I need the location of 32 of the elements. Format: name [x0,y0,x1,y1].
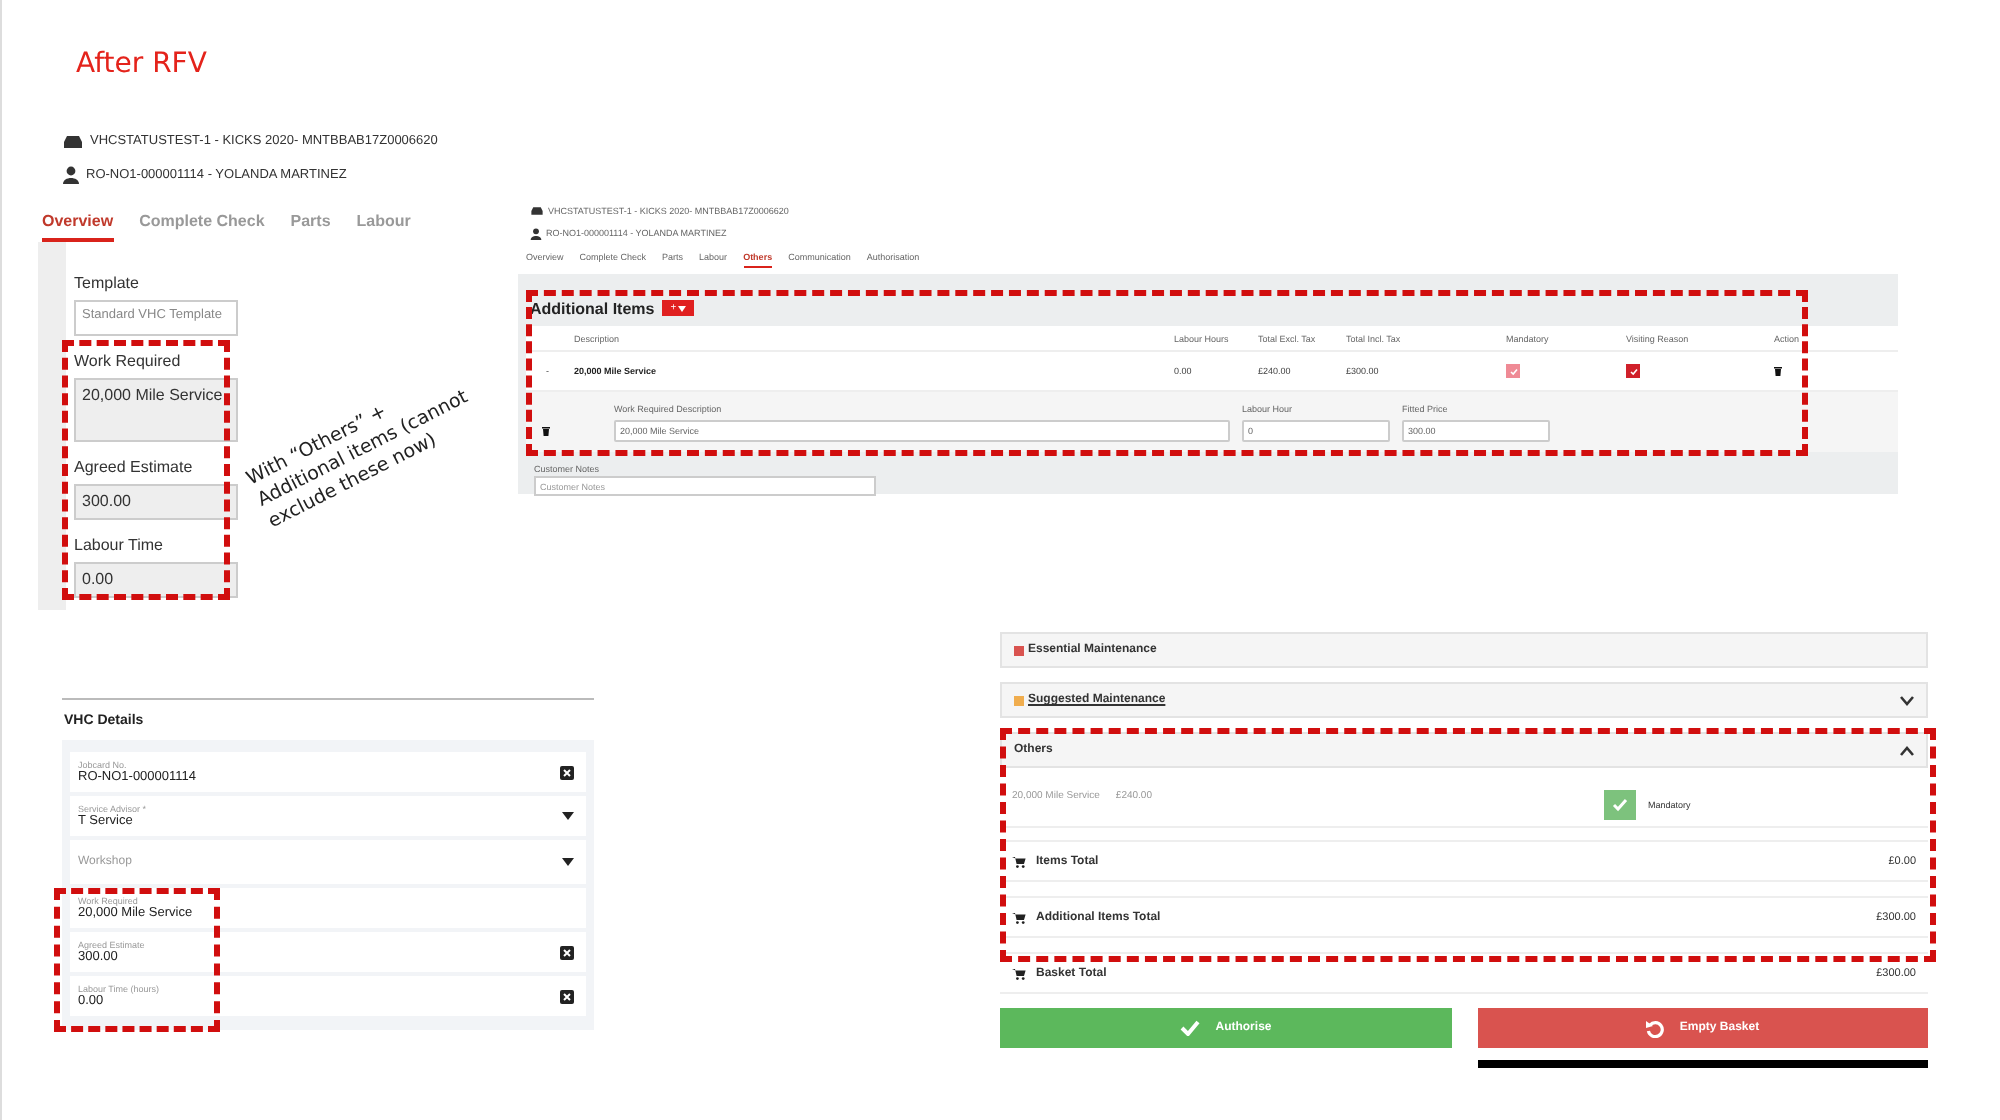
car-icon [62,133,84,149]
section-title: Additional Items [530,299,655,317]
field-label: Labour Time [74,536,165,554]
checkbox[interactable] [1604,789,1636,819]
input-field[interactable]: 300.00 [74,484,238,520]
trash-icon[interactable] [1774,365,1782,375]
person-icon [530,227,542,239]
slide-title: After RFV [76,48,207,80]
cart-icon [1012,855,1026,867]
clear-icon[interactable] [560,989,574,1003]
input-field[interactable]: 0.00 [74,562,238,598]
input-field[interactable]: 20,000 Mile Service [74,378,238,442]
tab[interactable]: Overview [42,212,114,242]
undo-icon [1645,1019,1664,1037]
check-icon [1612,797,1628,811]
field-label: Template [74,274,141,292]
trash-icon[interactable] [542,426,550,436]
caret-icon[interactable] [562,812,574,820]
clear-icon[interactable] [560,945,574,959]
clear-icon[interactable] [560,765,574,779]
car-icon [530,206,544,216]
check-icon [1179,1020,1200,1036]
checkbox[interactable] [1626,364,1640,378]
field-label: Agreed Estimate [74,458,195,476]
chevron-icon[interactable] [1900,745,1914,755]
cart-icon [1012,911,1026,923]
caret-icon[interactable] [562,858,574,866]
field-label: Work Required [74,352,183,370]
checkbox[interactable] [1506,364,1520,378]
chevron-icon[interactable] [1900,695,1914,705]
cart-icon [1012,967,1026,979]
person-icon [62,166,80,184]
